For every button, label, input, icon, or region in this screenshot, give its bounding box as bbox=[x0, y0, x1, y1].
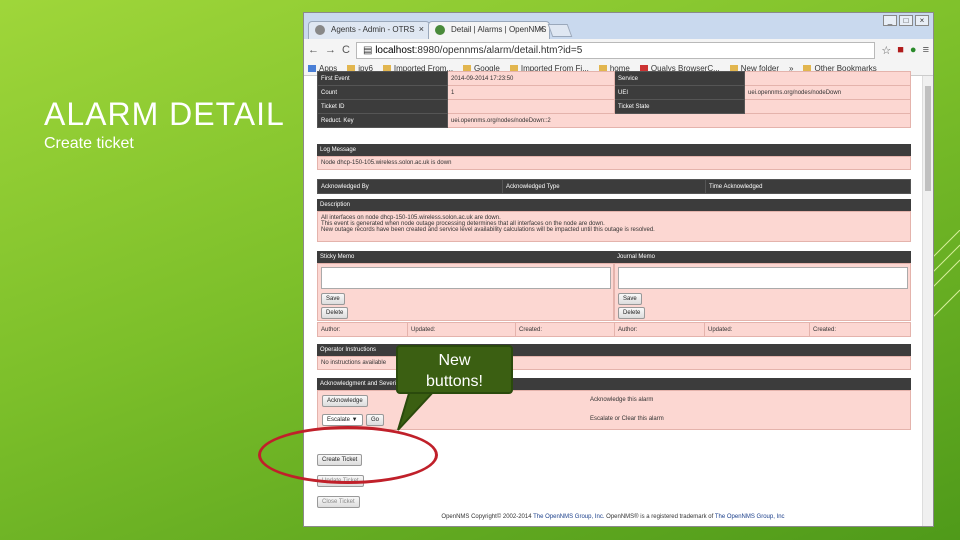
tab-otrs[interactable]: Agents - Admin - OTRS × bbox=[308, 21, 430, 39]
extension-leaf-icon[interactable]: ● bbox=[910, 44, 917, 56]
close-window-icon[interactable]: × bbox=[915, 15, 929, 26]
extension-icon[interactable]: ■ bbox=[897, 44, 904, 56]
new-tab-button[interactable] bbox=[547, 24, 573, 37]
description-body: All interfaces on node dhcp-150-105.wire… bbox=[317, 211, 911, 242]
menu-icon[interactable]: ≡ bbox=[923, 44, 929, 56]
reload-icon[interactable]: C bbox=[342, 44, 350, 56]
journal-updated-label: Updated: bbox=[704, 322, 810, 337]
journal-memo-textarea[interactable] bbox=[618, 267, 908, 289]
sticky-delete-button[interactable]: Delete bbox=[321, 307, 349, 319]
footer-link-group-2[interactable]: The OpenNMS Group, Inc bbox=[715, 514, 785, 520]
log-message-section: Log Message Node dhcp-150-105.wireless.s… bbox=[317, 144, 911, 170]
new-buttons-callout: New buttons! bbox=[396, 345, 513, 394]
maximize-icon[interactable]: □ bbox=[899, 15, 913, 26]
journal-delete-button[interactable]: Delete bbox=[618, 307, 646, 319]
close-ticket-button[interactable]: Close Ticket bbox=[317, 496, 360, 508]
slide-title: ALARM DETAIL bbox=[44, 96, 285, 132]
scroll-thumb[interactable] bbox=[925, 86, 931, 191]
sticky-author-label: Author: bbox=[317, 322, 408, 337]
reduct-key-label: Reduct. Key bbox=[317, 113, 448, 128]
reduct-key-value: uei.opennms.org/nodes/nodeDown::2 bbox=[447, 113, 911, 128]
time-ack-label: Time Acknowledged bbox=[705, 179, 911, 194]
page-footer: OpenNMS Copyright© 2002-2014 The OpenNMS… bbox=[304, 514, 922, 520]
service-label: Service bbox=[614, 71, 745, 86]
acknowledge-desc: Acknowledge this alarm bbox=[590, 397, 654, 403]
star-icon[interactable]: ☆ bbox=[881, 44, 891, 57]
journal-created-label: Created: bbox=[809, 322, 911, 337]
forward-icon[interactable]: → bbox=[325, 44, 336, 56]
sticky-memo-textarea[interactable] bbox=[321, 267, 611, 289]
journal-save-button[interactable]: Save bbox=[618, 293, 642, 305]
back-icon[interactable]: ← bbox=[308, 44, 319, 56]
journal-memo-header: Journal Memo bbox=[614, 251, 911, 263]
otrs-favicon-icon bbox=[315, 25, 325, 35]
description-header: Description bbox=[317, 199, 911, 211]
tab-bar: Agents - Admin - OTRS × Detail | Alarms … bbox=[304, 13, 933, 39]
description-section: Description All interfaces on node dhcp-… bbox=[317, 199, 911, 242]
service-value bbox=[744, 71, 911, 86]
sticky-created-label: Created: bbox=[515, 322, 615, 337]
slide-subtitle: Create ticket bbox=[44, 135, 134, 152]
sticky-memo: Sticky Memo Save Delete bbox=[317, 251, 614, 321]
minimize-icon[interactable]: _ bbox=[883, 15, 897, 26]
browser-toolbar: ← → C ▤ localhost:8980/opennms/alarm/det… bbox=[304, 39, 933, 61]
memo-section: Sticky Memo Save Delete Journal Memo Sav… bbox=[317, 251, 911, 321]
ticket-id-label: Ticket ID bbox=[317, 99, 448, 114]
highlight-ring bbox=[258, 426, 438, 484]
footer-text: OpenNMS® is a registered trademark of bbox=[604, 514, 715, 520]
sticky-save-button[interactable]: Save bbox=[321, 293, 345, 305]
go-button[interactable]: Go bbox=[366, 414, 385, 426]
count-label: Count bbox=[317, 85, 448, 100]
ticket-state-label: Ticket State bbox=[614, 99, 745, 114]
severity-desc: Escalate or Clear this alarm bbox=[590, 416, 664, 422]
count-value: 1 bbox=[447, 85, 615, 100]
ack-by-label: Acknowledged By bbox=[317, 179, 503, 194]
tab-opennms[interactable]: Detail | Alarms | OpenNMS × bbox=[428, 21, 550, 39]
description-line: New outage records have been created and… bbox=[321, 227, 655, 233]
log-message-header: Log Message bbox=[317, 144, 911, 156]
footer-text: OpenNMS Copyright© 2002-2014 bbox=[441, 514, 534, 520]
close-tab-icon[interactable]: × bbox=[539, 24, 544, 34]
callout-line: New bbox=[438, 352, 471, 369]
footer-link-group[interactable]: The OpenNMS Group, Inc. bbox=[533, 514, 604, 520]
ticket-state-value bbox=[744, 99, 911, 114]
first-event-label: First Event bbox=[317, 71, 448, 86]
address-bar[interactable]: ▤ localhost:8980/opennms/alarm/detail.ht… bbox=[355, 41, 876, 59]
ack-type-label: Acknowledged Type bbox=[502, 179, 706, 194]
page-icon: ▤ bbox=[362, 44, 376, 56]
ticket-id-value bbox=[447, 99, 615, 114]
apps-icon bbox=[308, 64, 316, 72]
callout-line: buttons! bbox=[426, 373, 483, 390]
close-tab-icon[interactable]: × bbox=[419, 24, 424, 34]
sticky-memo-header: Sticky Memo bbox=[317, 251, 614, 263]
tab-label: Agents - Admin - OTRS bbox=[331, 25, 415, 34]
severity-select[interactable]: Escalate ▼ bbox=[322, 414, 363, 426]
memo-meta-table: Author: Updated: Created: Author: Update… bbox=[317, 322, 911, 337]
url-host: localhost bbox=[375, 44, 415, 56]
uei-value: uei.opennms.org/nodes/nodeDown bbox=[744, 85, 911, 100]
sticky-updated-label: Updated: bbox=[407, 322, 516, 337]
uei-label: UEI bbox=[614, 85, 745, 100]
acknowledge-button[interactable]: Acknowledge bbox=[322, 395, 368, 407]
log-message-text: Node dhcp-150-105.wireless.solon.ac.uk i… bbox=[317, 156, 911, 170]
first-event-value: 2014-09-2014 17:23:50 bbox=[447, 71, 615, 86]
vertical-scrollbar[interactable] bbox=[922, 76, 933, 526]
journal-memo: Journal Memo Save Delete bbox=[614, 251, 911, 321]
journal-author-label: Author: bbox=[614, 322, 705, 337]
url-path: :8980/opennms/alarm/detail.htm?id=5 bbox=[414, 44, 583, 56]
tab-label: Detail | Alarms | OpenNMS bbox=[451, 25, 547, 34]
acknowledged-table: Acknowledged By Acknowledged Type Time A… bbox=[317, 179, 911, 194]
alarm-summary-table: First Event 2014-09-2014 17:23:50 Servic… bbox=[317, 71, 911, 128]
opennms-favicon-icon bbox=[435, 25, 445, 35]
